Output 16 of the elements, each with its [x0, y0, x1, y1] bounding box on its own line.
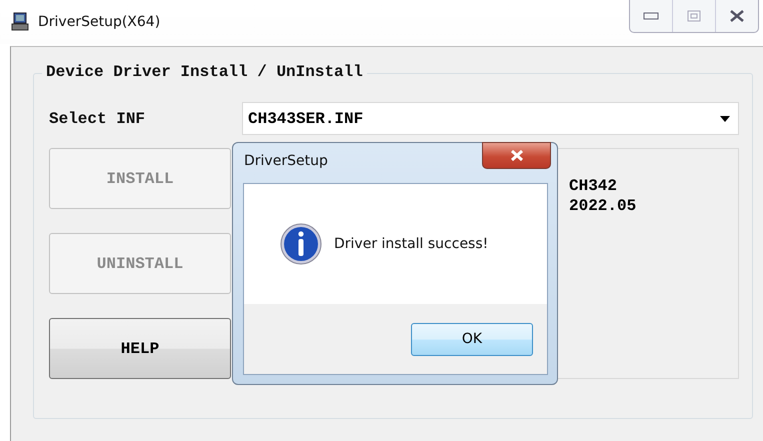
ok-button[interactable]: OK	[411, 322, 533, 356]
dialog-message: Driver install success!	[334, 236, 488, 252]
select-inf-label: Select INF	[49, 110, 146, 128]
dialog-title: DriverSetup	[244, 153, 328, 169]
close-icon[interactable]	[730, 10, 744, 22]
info-text: 2022.05	[569, 197, 638, 215]
dropdown-arrow-icon	[720, 116, 730, 122]
close-button[interactable]	[482, 142, 551, 169]
close-icon	[510, 150, 524, 161]
inf-dropdown[interactable]: CH343SER.INF	[242, 102, 739, 135]
info-text: CH342	[569, 177, 618, 195]
computer-icon	[10, 12, 30, 32]
minimize-icon[interactable]	[643, 12, 659, 20]
help-button[interactable]: HELP	[49, 318, 231, 379]
window-title: DriverSetup(X64)	[38, 14, 160, 30]
info-icon	[280, 223, 322, 265]
